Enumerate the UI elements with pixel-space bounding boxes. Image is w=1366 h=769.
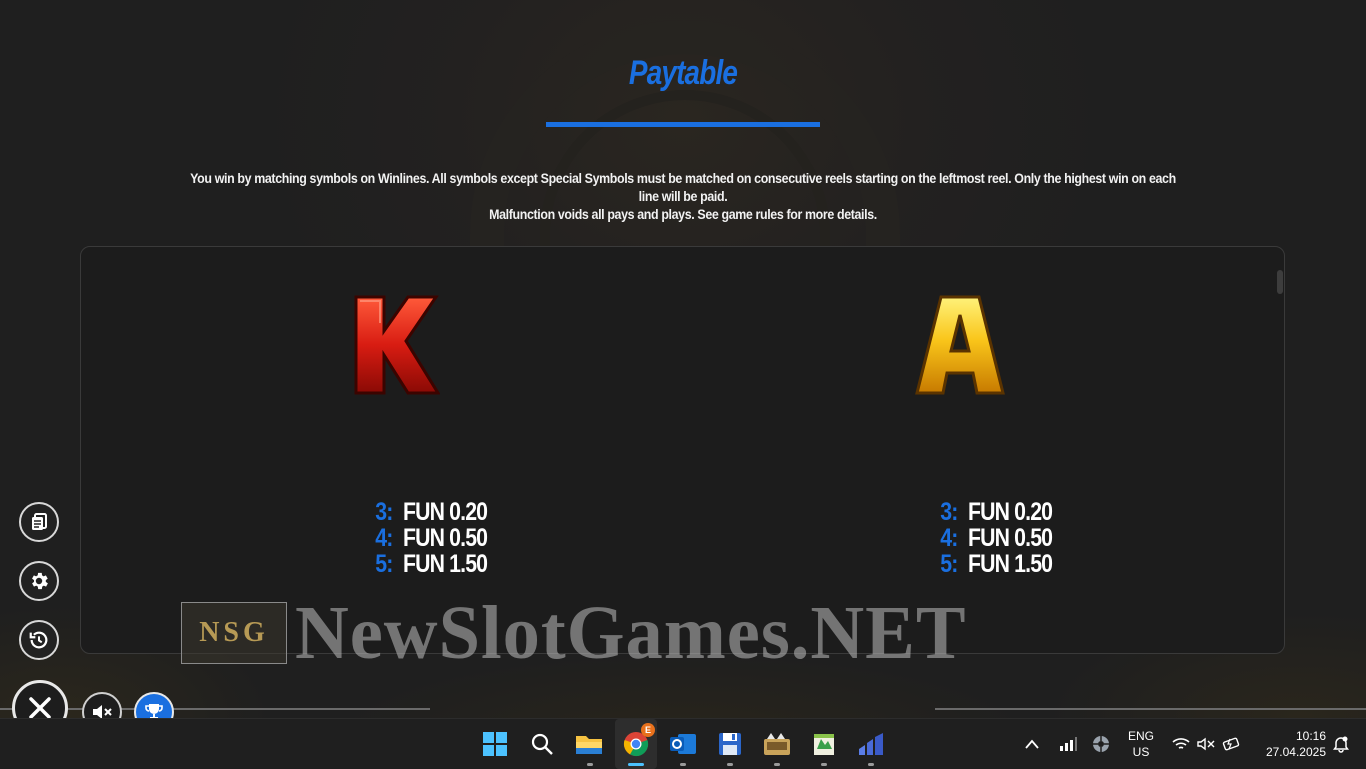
k-symbol-icon	[354, 295, 440, 395]
panel-scrollbar[interactable]	[1277, 270, 1283, 294]
watermark-logo: NSG	[181, 602, 287, 664]
taskbar-search[interactable]	[527, 729, 557, 759]
history-button[interactable]	[19, 620, 59, 660]
tray-overflow[interactable]	[1017, 729, 1047, 759]
chart-app-icon	[859, 733, 883, 755]
paytable-button[interactable]	[19, 502, 59, 542]
taskbar-notepad-app[interactable]	[809, 729, 839, 759]
start-button[interactable]	[480, 729, 510, 759]
clock-time: 10:16	[1295, 729, 1326, 743]
clock-date: 27.04.2025	[1265, 745, 1326, 759]
wifi-icon	[1172, 738, 1190, 749]
region-code: US	[1132, 745, 1150, 759]
game-background: Paytable You win by matching symbols on …	[0, 0, 1366, 718]
search-icon	[531, 733, 553, 755]
battery-icon	[1222, 737, 1240, 751]
language-indicator[interactable]: ENG US	[1122, 728, 1160, 760]
watermark-text: NewSlotGames.NET	[295, 591, 967, 675]
tray-network-bars[interactable]	[1053, 729, 1083, 759]
taskbar-indicator	[821, 763, 827, 766]
taskbar-indicator	[774, 763, 780, 766]
pay-value: FUN 0.50	[403, 524, 488, 552]
tray-battery[interactable]	[1217, 729, 1247, 759]
close-icon	[29, 697, 51, 718]
pay-row: 5: FUN 1.50	[373, 550, 573, 578]
sound-muted-icon	[93, 705, 112, 718]
rules-text: You win by matching symbols on Winlines.…	[140, 170, 1226, 224]
taskbar-game[interactable]	[762, 729, 792, 759]
pay-value: FUN 1.50	[968, 550, 1053, 578]
page-title: Paytable	[628, 54, 738, 92]
taskbar-file-explorer[interactable]	[574, 729, 604, 759]
pay-value: FUN 0.20	[968, 498, 1053, 526]
pay-row: 4: FUN 0.50	[373, 524, 573, 552]
rules-text-line-1: You win by matching symbols on Winlines.…	[190, 171, 1176, 204]
a-symbol-icon	[915, 295, 1005, 395]
pay-count: 5:	[940, 550, 958, 578]
pay-row: 4: FUN 0.50	[938, 524, 1138, 552]
paytable-icon	[32, 513, 47, 530]
pay-count: 4:	[940, 524, 958, 552]
title-underline	[546, 122, 820, 127]
rules-text-line-2: Malfunction voids all pays and plays. Se…	[489, 207, 877, 222]
pay-value: FUN 0.50	[968, 524, 1053, 552]
taskbar-chart-app[interactable]	[856, 729, 886, 759]
history-icon	[29, 631, 48, 649]
notepad-app-icon	[814, 734, 834, 755]
pay-count: 3:	[375, 498, 393, 526]
watermark: NSG NewSlotGames.NET	[181, 591, 980, 675]
volume-muted-icon	[1197, 737, 1215, 751]
game-icon	[764, 733, 790, 755]
pay-row: 3: FUN 0.20	[373, 498, 573, 526]
tray-app[interactable]	[1086, 729, 1116, 759]
symbol-k	[335, 290, 455, 400]
pays-symbol-k: 3: FUN 0.20 4: FUN 0.50 5: FUN 1.50	[373, 498, 573, 578]
file-explorer-icon	[576, 736, 602, 754]
language-code: ENG	[1127, 729, 1154, 743]
taskbar-indicator	[680, 763, 686, 766]
tray-notifications[interactable]	[1326, 729, 1356, 759]
save-disk-icon	[719, 733, 741, 755]
trophy-icon	[145, 704, 163, 718]
chevron-up-icon	[1025, 739, 1039, 749]
pay-count: 5:	[375, 550, 393, 578]
taskbar-save[interactable]	[715, 729, 745, 759]
clock[interactable]: 10:16 27.04.2025	[1252, 728, 1326, 760]
pay-value: FUN 0.20	[403, 498, 488, 526]
windows-taskbar: E ENG US 10:16 27.04.2025	[0, 718, 1366, 769]
settings-icon	[32, 572, 48, 590]
signal-bars-icon	[1060, 737, 1077, 751]
taskbar-indicator	[727, 763, 733, 766]
outlook-icon	[670, 734, 696, 754]
pay-row: 3: FUN 0.20	[938, 498, 1138, 526]
tray-app-icon	[1093, 736, 1109, 752]
pays-symbol-a: 3: FUN 0.20 4: FUN 0.50 5: FUN 1.50	[938, 498, 1138, 578]
taskbar-chrome[interactable]: E	[621, 723, 655, 759]
taskbar-indicator	[868, 763, 874, 766]
symbol-a	[900, 290, 1020, 400]
bottom-divider-right	[935, 708, 1366, 710]
chrome-profile-badge: E	[641, 723, 655, 737]
taskbar-outlook[interactable]	[668, 729, 698, 759]
notification-bell-icon	[1333, 736, 1349, 753]
taskbar-indicator-active	[628, 763, 644, 766]
pay-count: 3:	[940, 498, 958, 526]
pay-row: 5: FUN 1.50	[938, 550, 1138, 578]
pay-value: FUN 1.50	[403, 550, 488, 578]
taskbar-indicator	[587, 763, 593, 766]
windows-start-icon	[483, 732, 507, 756]
pay-count: 4:	[375, 524, 393, 552]
settings-button[interactable]	[19, 561, 59, 601]
